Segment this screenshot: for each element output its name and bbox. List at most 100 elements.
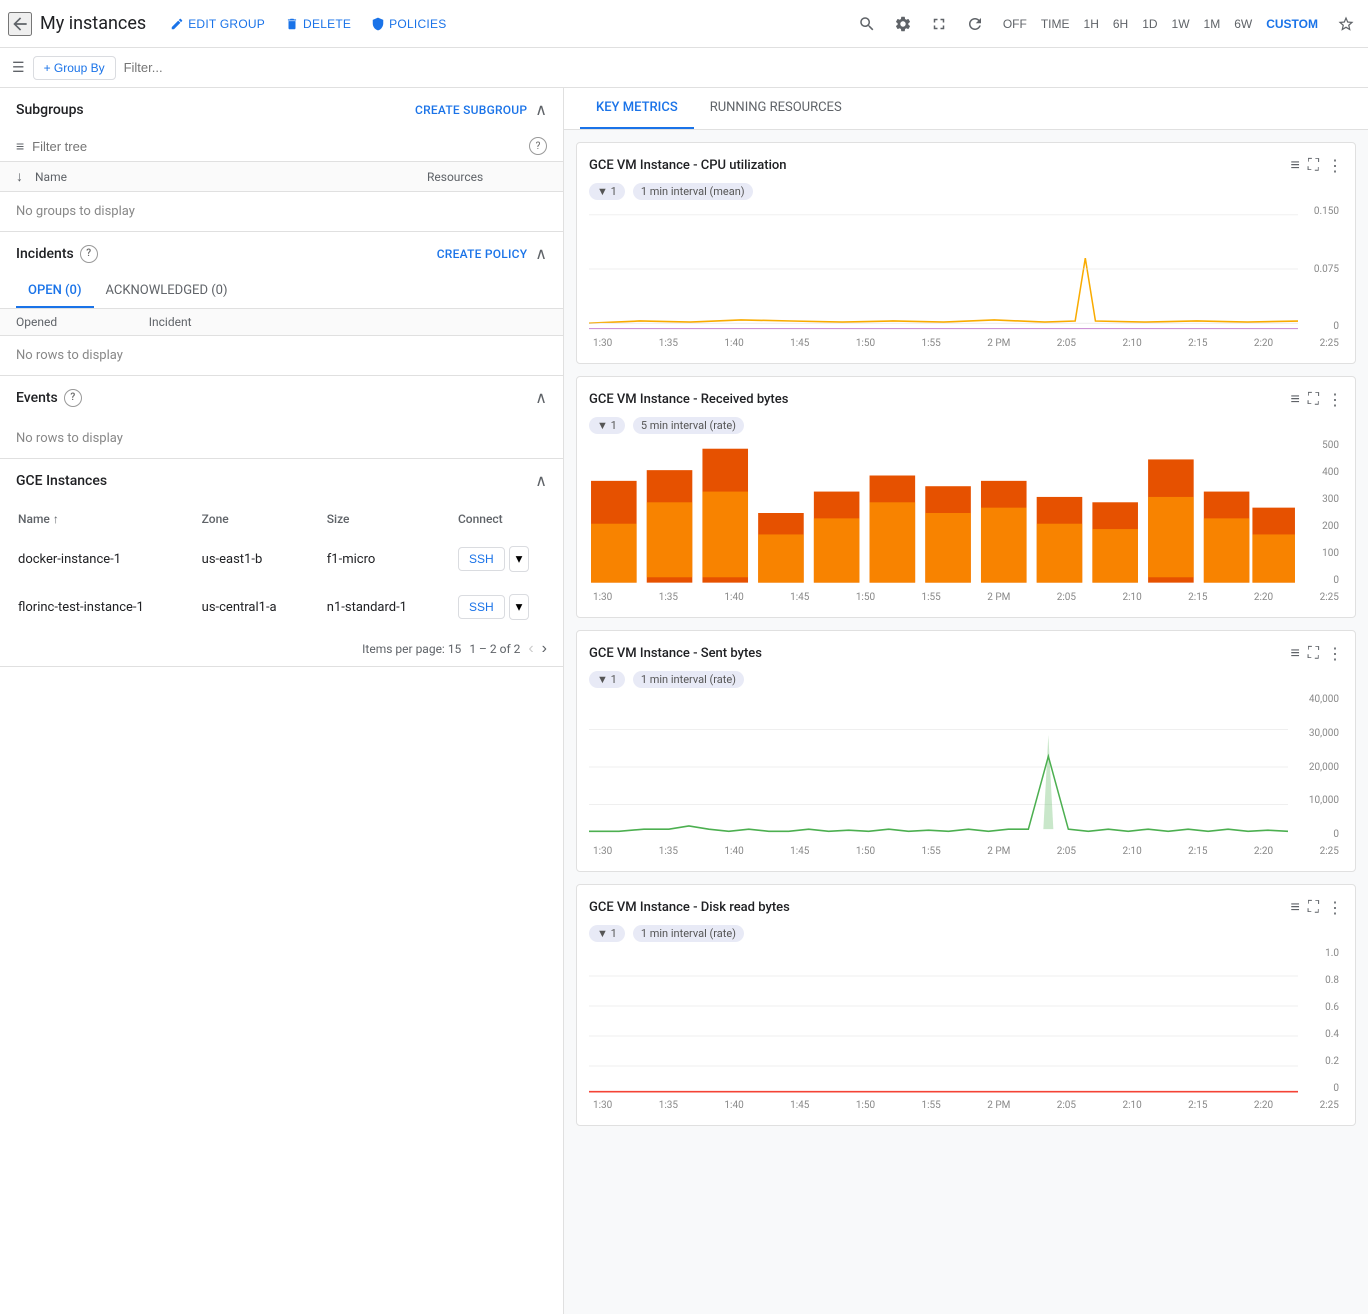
disk-filter-chip[interactable]: ▼ 1 <box>589 925 625 942</box>
incidents-tab-open[interactable]: OPEN (0) <box>16 275 94 308</box>
table-row: florinc-test-instance-1 us-central1-a n1… <box>2 584 561 630</box>
time-1d-button[interactable]: 1D <box>1136 15 1163 33</box>
gce-instances-section: GCE Instances ∧ Name ↑ Zone Size Connect… <box>0 459 563 667</box>
ssh-button-2[interactable]: SSH <box>458 595 505 619</box>
instance-size-2: n1-standard-1 <box>311 584 440 630</box>
instances-table-head: Name ↑ Zone Size Connect <box>2 504 561 534</box>
subgroups-title: Subgroups <box>16 102 84 118</box>
ssh-dropdown-2[interactable]: ▾ <box>509 594 530 620</box>
incidents-header[interactable]: Incidents ? CREATE POLICY ∧ <box>0 232 563 275</box>
time-1h-button[interactable]: 1H <box>1078 15 1105 33</box>
nav-actions: EDIT GROUP DELETE POLICIES <box>162 13 454 35</box>
prev-page-button[interactable]: ‹ <box>528 640 533 658</box>
right-panel: KEY METRICS RUNNING RESOURCES GCE VM Ins… <box>564 88 1368 1314</box>
time-label: TIME <box>1035 15 1076 33</box>
delete-button[interactable]: DELETE <box>277 13 359 35</box>
recv-interval-chip: 5 min interval (rate) <box>633 417 744 434</box>
metric-tabs: KEY METRICS RUNNING RESOURCES <box>564 88 1368 130</box>
time-off-button[interactable]: OFF <box>997 15 1033 33</box>
time-6w-button[interactable]: 6W <box>1228 15 1258 33</box>
gce-instances-collapse-icon[interactable]: ∧ <box>535 471 547 490</box>
refresh-icon[interactable] <box>961 10 989 38</box>
events-header[interactable]: Events ? ∧ <box>0 376 563 419</box>
incidents-tabs: OPEN (0) ACKNOWLEDGED (0) <box>0 275 563 309</box>
ssh-dropdown-1[interactable]: ▾ <box>509 546 530 572</box>
recv-chart-more-icon[interactable]: ⋮ <box>1327 390 1343 409</box>
main-layout: Subgroups CREATE SUBGROUP ∧ ≡ ? ↓ Name R… <box>0 88 1368 1314</box>
gce-instances-title: GCE Instances <box>16 473 107 489</box>
sent-bytes-chart <box>589 692 1343 842</box>
create-subgroup-link[interactable]: CREATE SUBGROUP <box>415 103 527 117</box>
metric-tab-running-resources[interactable]: RUNNING RESOURCES <box>694 88 858 129</box>
cpu-filter-chip[interactable]: ▼ 1 <box>589 183 625 200</box>
time-1w-button[interactable]: 1W <box>1166 15 1196 33</box>
incidents-help-icon[interactable]: ? <box>80 245 98 263</box>
top-nav: My instances EDIT GROUP DELETE POLICIES <box>0 0 1368 48</box>
filter-input[interactable] <box>124 60 244 75</box>
ssh-button-1[interactable]: SSH <box>458 547 505 571</box>
sort-icon[interactable]: ↓ <box>16 168 23 185</box>
incidents-tab-acknowledged[interactable]: ACKNOWLEDGED (0) <box>94 275 240 308</box>
events-collapse-icon[interactable]: ∧ <box>535 388 547 407</box>
time-controls: OFF TIME 1H 6H 1D 1W 1M 6W CUSTOM <box>997 15 1324 33</box>
chart-more-icon[interactable]: ⋮ <box>1327 156 1343 175</box>
items-per-page: Items per page: 15 <box>362 642 461 656</box>
events-no-data: No rows to display <box>0 419 563 458</box>
next-page-button[interactable]: › <box>542 640 547 658</box>
fullscreen-icon[interactable] <box>925 10 953 38</box>
chart-expand-icon[interactable]: ⛶ <box>1308 155 1319 175</box>
sent-bytes-chart-title: GCE VM Instance - Sent bytes <box>589 646 762 661</box>
policies-button[interactable]: POLICIES <box>363 13 454 35</box>
subgroups-section: Subgroups CREATE SUBGROUP ∧ ≡ ? ↓ Name R… <box>0 88 563 232</box>
star-icon[interactable] <box>1332 10 1360 38</box>
disk-read-chart-card: GCE VM Instance - Disk read bytes ≡ ⛶ ⋮ … <box>576 884 1356 1126</box>
sent-chart-more-icon[interactable]: ⋮ <box>1327 644 1343 663</box>
incidents-collapse-icon[interactable]: ∧ <box>535 244 547 263</box>
metric-tab-key-metrics[interactable]: KEY METRICS <box>580 88 694 129</box>
instance-name-1: docker-instance-1 <box>2 536 184 582</box>
create-policy-link[interactable]: CREATE POLICY <box>437 247 528 261</box>
subgroups-collapse-icon[interactable]: ∧ <box>535 100 547 119</box>
recv-filter-chip[interactable]: ▼ 1 <box>589 417 625 434</box>
cpu-interval-chip: 1 min interval (mean) <box>633 183 753 200</box>
col-size-header: Size <box>311 504 440 534</box>
cpu-chart-title: GCE VM Instance - CPU utilization <box>589 158 787 173</box>
instances-table: Name ↑ Zone Size Connect docker-instance… <box>0 502 563 632</box>
edit-group-button[interactable]: EDIT GROUP <box>162 13 273 35</box>
filter-tree-input[interactable] <box>32 139 521 154</box>
time-1m-button[interactable]: 1M <box>1198 15 1227 33</box>
time-6h-button[interactable]: 6H <box>1107 15 1134 33</box>
menu-icon[interactable]: ☰ <box>12 60 25 76</box>
col-zone-header: Zone <box>186 504 309 534</box>
group-by-button[interactable]: + Group By <box>33 56 116 80</box>
cpu-chart-card: GCE VM Instance - CPU utilization ≡ ⛶ ⋮ … <box>576 142 1356 364</box>
col-name-header[interactable]: Name ↑ <box>2 504 184 534</box>
sent-chart-expand-icon[interactable]: ⛶ <box>1308 643 1319 663</box>
search-icon[interactable] <box>853 10 881 38</box>
page-title: My instances <box>40 13 146 34</box>
recv-chart-expand-icon[interactable]: ⛶ <box>1308 389 1319 409</box>
disk-chart-more-icon[interactable]: ⋮ <box>1327 898 1343 917</box>
table-row: docker-instance-1 us-east1-b f1-micro SS… <box>2 536 561 582</box>
settings-icon[interactable] <box>889 10 917 38</box>
recv-chart-list-icon[interactable]: ≡ <box>1290 389 1299 409</box>
disk-chart-expand-icon[interactable]: ⛶ <box>1308 897 1319 917</box>
sent-chart-list-icon[interactable]: ≡ <box>1290 643 1299 663</box>
disk-read-chart-title: GCE VM Instance - Disk read bytes <box>589 900 790 915</box>
filter-icon: ≡ <box>16 138 24 155</box>
incidents-section: Incidents ? CREATE POLICY ∧ OPEN (0) ACK… <box>0 232 563 376</box>
instance-name-2: florinc-test-instance-1 <box>2 584 184 630</box>
toolbar: ☰ + Group By <box>0 48 1368 88</box>
col-connect-header: Connect <box>442 504 561 534</box>
subgroups-header[interactable]: Subgroups CREATE SUBGROUP ∧ <box>0 88 563 131</box>
instance-size-1: f1-micro <box>311 536 440 582</box>
back-button[interactable] <box>8 12 32 36</box>
time-custom-button[interactable]: CUSTOM <box>1260 15 1324 33</box>
chart-list-icon[interactable]: ≡ <box>1290 155 1299 175</box>
incidents-table-header: Opened Incident <box>0 309 563 336</box>
sent-filter-chip[interactable]: ▼ 1 <box>589 671 625 688</box>
help-icon[interactable]: ? <box>529 137 547 155</box>
gce-instances-header[interactable]: GCE Instances ∧ <box>0 459 563 502</box>
events-help-icon[interactable]: ? <box>64 389 82 407</box>
disk-chart-list-icon[interactable]: ≡ <box>1290 897 1299 917</box>
